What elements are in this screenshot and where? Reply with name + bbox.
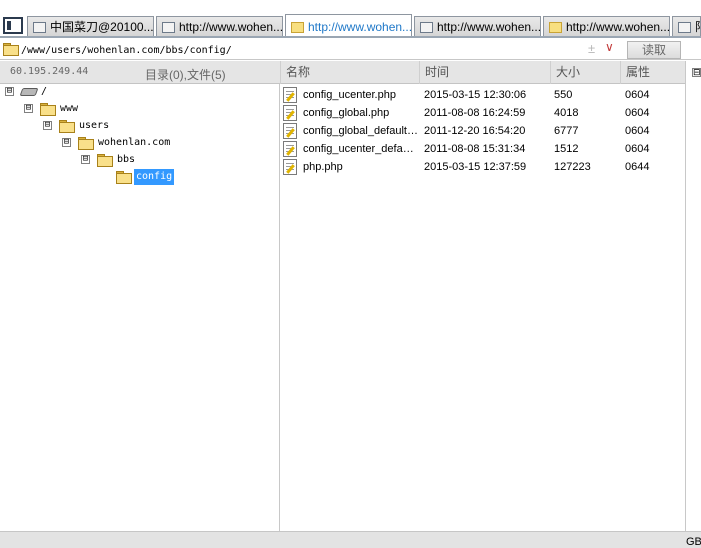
tree-node-label[interactable]: bbs	[115, 152, 137, 168]
file-time: 2011-08-08 15:31:34	[424, 143, 526, 155]
window-icon	[420, 22, 433, 33]
file-name[interactable]: php.php	[303, 158, 419, 176]
file-row[interactable]: config_global.php 2011-08-08 16:24:59 40…	[281, 104, 685, 122]
file-attr: 0604	[625, 107, 650, 119]
file-attr: 0644	[625, 161, 650, 173]
file-name[interactable]: config_global_default....	[303, 122, 419, 140]
file-size: 4018	[554, 107, 579, 119]
add-bookmark-button[interactable]: ±	[588, 41, 595, 56]
folder-icon	[3, 43, 19, 56]
column-header-size[interactable]: 大小	[550, 61, 620, 84]
file-row[interactable]: config_ucenter.php 2015-03-15 12:30:06 5…	[281, 86, 685, 104]
tab-caidao[interactable]: 中国菜刀@20100...	[27, 16, 154, 37]
status-bar: GB	[0, 531, 701, 548]
tree-node-config[interactable]: config	[0, 169, 240, 185]
tree-node-bbs[interactable]: ⊟ bbs	[0, 152, 240, 168]
file-size: 1512	[554, 143, 579, 155]
collapse-toggle-icon[interactable]: ⊟	[62, 138, 71, 147]
folder-icon	[291, 22, 304, 33]
encoding-indicator[interactable]: GB	[686, 536, 701, 548]
window-icon	[678, 22, 691, 33]
tree-node-root[interactable]: ⊟ /	[0, 84, 200, 100]
collapse-toggle-icon[interactable]: ⊟	[5, 87, 14, 96]
window-icon	[33, 22, 46, 33]
file-row[interactable]: config_ucenter_default... 2011-08-08 15:…	[281, 140, 685, 158]
file-name[interactable]: config_global.php	[303, 104, 419, 122]
tab-site-filemanager[interactable]: http://www.wohen...	[285, 14, 412, 38]
file-list: config_ucenter.php 2015-03-15 12:30:06 5…	[281, 84, 685, 531]
list-header: 60.195.249.44 目录(0),文件(5) 名称 时间 大小 属性	[0, 61, 701, 84]
php-file-icon	[283, 141, 297, 157]
tab-label: 中国菜刀@20100...	[50, 20, 154, 34]
path-dropdown-button[interactable]: ∨	[605, 40, 614, 54]
file-time: 2011-08-08 16:24:59	[424, 107, 526, 119]
open-folder-icon	[116, 171, 132, 184]
tree-node-users[interactable]: ⊟ users	[0, 118, 220, 134]
item-count: 目录(0),文件(5)	[145, 68, 226, 82]
column-header-time[interactable]: 时间	[419, 61, 550, 84]
tab-label: http://www.wohen...	[566, 20, 670, 34]
tree-node-label[interactable]: /	[39, 84, 49, 100]
php-file-icon	[283, 159, 297, 175]
tree-node-label-selected[interactable]: config	[134, 169, 175, 185]
tree-node-label[interactable]: wohenlan.com	[96, 135, 172, 151]
php-file-icon	[283, 123, 297, 139]
app-window-icon[interactable]	[3, 17, 23, 34]
directory-tree: ⊟ / ⊟ www ⊟ users ⊟ wohenlan.com ⊟ bbs c…	[0, 84, 280, 531]
tree-node-www[interactable]: ⊟ www	[0, 101, 200, 117]
tab-bar: 中国菜刀@20100... http://www.wohen... http:/…	[0, 0, 701, 40]
tab-site-4[interactable]: http://www.wohen...	[543, 16, 670, 37]
tab-label: http://www.wohen...	[179, 20, 283, 34]
collapse-toggle-icon[interactable]: ⊟	[81, 155, 90, 164]
file-time: 2011-12-20 16:54:20	[424, 125, 526, 137]
tab-label: 阳	[695, 20, 700, 34]
folder-icon	[549, 22, 562, 33]
file-attr: 0604	[625, 143, 650, 155]
folder-icon	[97, 154, 113, 167]
file-row[interactable]: php.php 2015-03-15 12:37:59 127223 0644	[281, 158, 685, 176]
tab-label: http://www.wohen...	[308, 20, 412, 34]
tab-label: http://www.wohen...	[437, 20, 541, 34]
column-header-attr[interactable]: 属性	[620, 61, 685, 84]
server-ip: 60.195.249.44	[10, 66, 89, 77]
column-header-name[interactable]: 名称	[280, 61, 419, 84]
tab-site-5[interactable]: 阳	[672, 16, 701, 37]
read-button[interactable]: 读取	[627, 41, 681, 59]
php-file-icon	[283, 105, 297, 121]
folder-icon	[40, 103, 56, 116]
file-size: 127223	[554, 161, 591, 173]
file-attr: 0604	[625, 125, 650, 137]
collapse-toggle-icon[interactable]: ⊟	[43, 121, 52, 130]
path-input[interactable]	[21, 42, 581, 58]
side-panel: ⊟	[685, 61, 701, 531]
file-name[interactable]: config_ucenter.php	[303, 86, 419, 104]
file-attr: 0604	[625, 89, 650, 101]
file-size: 6777	[554, 125, 579, 137]
tab-site-1[interactable]: http://www.wohen...	[156, 16, 283, 37]
php-file-icon	[283, 87, 297, 103]
file-row[interactable]: config_global_default.... 2011-12-20 16:…	[281, 122, 685, 140]
file-time: 2015-03-15 12:30:06	[424, 89, 527, 101]
tree-node-label[interactable]: www	[58, 101, 80, 117]
address-bar: ± ∨ 读取	[0, 40, 701, 60]
window-icon	[162, 22, 175, 33]
folder-icon	[59, 120, 75, 133]
file-name[interactable]: config_ucenter_default...	[303, 140, 419, 158]
drive-icon	[19, 88, 39, 96]
tree-node-label[interactable]: users	[77, 118, 111, 134]
tab-site-3[interactable]: http://www.wohen...	[414, 16, 541, 37]
folder-icon	[78, 137, 94, 150]
collapse-toggle-icon[interactable]: ⊟	[24, 104, 33, 113]
file-time: 2015-03-15 12:37:59	[424, 161, 527, 173]
tab-bar-divider	[0, 36, 701, 38]
tree-node-wohenlan[interactable]: ⊟ wohenlan.com	[0, 135, 240, 151]
file-size: 550	[554, 89, 573, 101]
collapse-toggle-icon[interactable]: ⊟	[692, 68, 701, 77]
